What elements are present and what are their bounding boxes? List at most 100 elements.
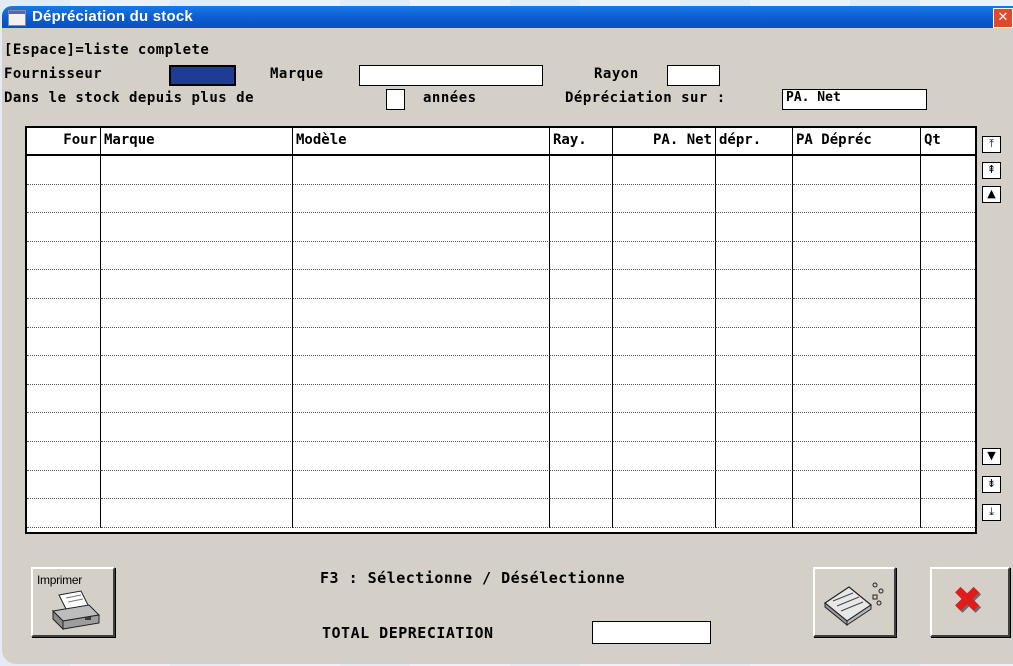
table-row[interactable] [27,442,975,471]
table-cell[interactable] [716,299,793,328]
table-cell[interactable] [293,442,550,471]
table-cell[interactable] [27,156,101,185]
table-cell[interactable] [550,356,613,385]
table-cell[interactable] [793,327,921,357]
table-cell[interactable] [921,156,975,185]
table-row[interactable] [27,184,975,214]
col-header-qt[interactable]: Qt [921,128,975,154]
table-cell[interactable] [793,384,921,414]
table-cell[interactable] [716,384,793,414]
table-cell[interactable] [550,156,613,185]
table-cell[interactable] [27,470,101,500]
table-cell[interactable] [716,413,793,442]
table-cell[interactable] [550,241,613,271]
table-cell[interactable] [27,270,101,299]
table-cell[interactable] [101,241,293,271]
table-cell[interactable] [921,270,975,299]
table-cell[interactable] [613,470,716,500]
table-cell[interactable] [921,185,975,214]
table-cell[interactable] [921,299,975,328]
table-row[interactable] [27,299,975,328]
table-row[interactable] [27,270,975,299]
table-cell[interactable] [27,384,101,414]
table-cell[interactable] [101,384,293,414]
scroll-page-down-button[interactable]: ⇟ [982,476,1001,493]
table-cell[interactable] [793,356,921,385]
table-row[interactable] [27,327,975,357]
table-cell[interactable] [550,299,613,328]
table-cell[interactable] [27,213,101,242]
col-header-rayon[interactable]: Ray. [550,128,613,154]
table-cell[interactable] [613,384,716,414]
col-header-marque[interactable]: Marque [101,128,293,154]
table-cell[interactable] [716,499,793,528]
table-cell[interactable] [550,270,613,299]
table-row[interactable] [27,413,975,442]
table-cell[interactable] [793,442,921,471]
table-row[interactable] [27,470,975,500]
scroll-page-up-button[interactable]: ⇞ [982,162,1001,179]
table-cell[interactable] [293,241,550,271]
scroll-line-up-button[interactable]: ▲ [982,186,1001,203]
table-cell[interactable] [293,384,550,414]
rayon-input[interactable] [667,65,720,86]
table-cell[interactable] [550,413,613,442]
col-header-pa-deprec[interactable]: PA Dépréc [793,128,921,154]
table-cell[interactable] [293,413,550,442]
table-cell[interactable] [101,356,293,385]
table-cell[interactable] [921,356,975,385]
table-cell[interactable] [613,413,716,442]
table-cell[interactable] [793,299,921,328]
table-cell[interactable] [550,384,613,414]
table-cell[interactable] [101,327,293,357]
table-cell[interactable] [921,213,975,242]
scroll-bottom-button[interactable]: ⤓ [982,504,1001,521]
table-cell[interactable] [613,241,716,271]
table-cell[interactable] [293,213,550,242]
table-cell[interactable] [101,470,293,500]
table-cell[interactable] [101,270,293,299]
table-cell[interactable] [613,184,716,214]
table-cell[interactable] [293,470,550,500]
close-window-button[interactable]: ✕ [993,8,1013,28]
cancel-button[interactable]: ✖ [930,567,1010,637]
table-cell[interactable] [921,499,975,528]
depreciation-basis-input[interactable]: PA. Net [782,89,927,110]
table-cell[interactable] [101,413,293,442]
table-cell[interactable] [550,470,613,500]
table-cell[interactable] [716,270,793,299]
table-cell[interactable] [793,241,921,271]
table-cell[interactable] [27,184,101,214]
table-cell[interactable] [716,442,793,471]
print-button[interactable]: Imprimer [31,567,115,637]
table-cell[interactable] [101,499,293,528]
table-cell[interactable] [293,184,550,214]
table-cell[interactable] [613,356,716,385]
table-cell[interactable] [793,499,921,528]
table-cell[interactable] [27,241,101,271]
table-cell[interactable] [293,156,550,185]
table-cell[interactable] [921,385,975,414]
table-cell[interactable] [793,270,921,299]
table-cell[interactable] [613,442,716,471]
table-cell[interactable] [921,242,975,271]
col-header-four[interactable]: Four [27,128,101,154]
table-cell[interactable] [293,356,550,385]
table-cell[interactable] [921,328,975,357]
table-cell[interactable] [101,184,293,214]
table-cell[interactable] [27,327,101,357]
table-cell[interactable] [716,241,793,271]
table-cell[interactable] [613,299,716,328]
table-cell[interactable] [27,413,101,442]
table-cell[interactable] [921,413,975,442]
table-row[interactable] [27,356,975,385]
table-cell[interactable] [716,213,793,242]
table-cell[interactable] [27,356,101,385]
table-cell[interactable] [716,356,793,385]
table-cell[interactable] [293,270,550,299]
table-row[interactable] [27,241,975,271]
col-header-depreciation[interactable]: dépr. [716,128,793,154]
table-cell[interactable] [613,270,716,299]
table-cell[interactable] [550,499,613,528]
table-cell[interactable] [27,499,101,528]
